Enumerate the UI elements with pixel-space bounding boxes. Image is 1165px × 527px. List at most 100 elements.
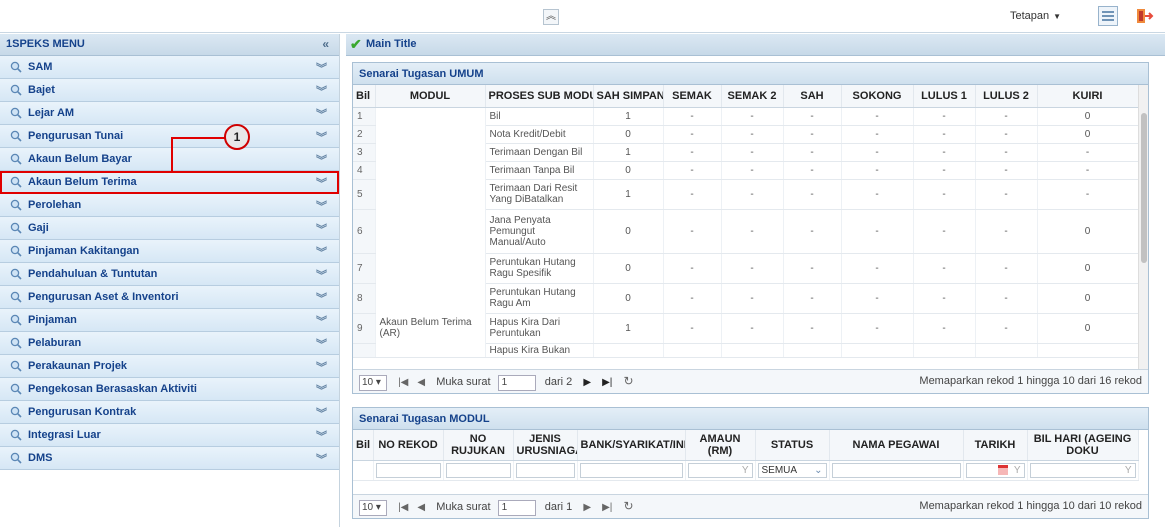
filter-amaun[interactable]: Y [687,462,753,478]
value-cell[interactable]: - [841,107,914,126]
menu-item-sam[interactable]: SAM ︾ [0,56,339,79]
filter-jenis-urusniaga[interactable] [515,462,575,478]
filter-tarikh[interactable]: Y [965,462,1025,478]
menu-item-pengurusan-aset-inventori[interactable]: Pengurusan Aset & Inventori ︾ [0,286,339,309]
value-cell[interactable] [593,343,664,358]
value-cell[interactable]: 0 [1037,209,1139,254]
umum-col-header[interactable]: SEMAK [663,85,722,108]
value-cell[interactable]: 0 [593,253,664,284]
value-cell[interactable]: - [913,143,976,162]
last-page-icon[interactable]: ▶| [602,502,612,513]
menu-item-perolehan[interactable]: Perolehan ︾ [0,194,339,217]
filter-no-rekod[interactable] [375,462,441,478]
chevron-double-down-icon[interactable]: ︾ [316,359,327,375]
modul-page-input[interactable]: 1 [497,500,536,516]
chevron-double-down-icon[interactable]: ︾ [316,152,327,168]
value-cell[interactable]: 0 [1037,313,1139,344]
logout-icon[interactable] [1134,6,1154,26]
refresh-icon[interactable]: ↻ [623,374,633,388]
menu-item-pengekosan-berasaskan-aktiviti[interactable]: Pengekosan Berasaskan Aktiviti ︾ [0,378,339,401]
umum-scroll-thumb[interactable] [1141,113,1147,263]
menu-item-bajet[interactable]: Bajet ︾ [0,79,339,102]
chevron-double-down-icon[interactable]: ︾ [316,129,327,145]
value-cell[interactable]: - [975,179,1038,210]
menu-item-gaji[interactable]: Gaji ︾ [0,217,339,240]
value-cell[interactable]: - [783,161,842,180]
value-cell[interactable]: - [975,209,1038,254]
modul-col-header[interactable]: TARIKH [963,430,1028,461]
menu-item-akaun-belum-bayar[interactable]: Akaun Belum Bayar ︾ [0,148,339,171]
value-cell[interactable]: - [663,161,722,180]
value-cell[interactable]: - [783,125,842,144]
umum-col-header[interactable]: SOKONG [841,85,914,108]
collapse-menu-icon[interactable]: « [322,37,329,51]
value-cell[interactable]: - [721,253,784,284]
value-cell[interactable]: - [913,313,976,344]
value-cell[interactable]: - [663,253,722,284]
value-cell[interactable]: - [783,313,842,344]
last-page-icon[interactable]: ▶| [602,377,612,388]
value-cell[interactable]: 0 [593,209,664,254]
next-page-icon[interactable]: ▶ [583,502,591,513]
value-cell[interactable]: - [841,283,914,314]
value-cell[interactable]: 0 [593,125,664,144]
chevron-double-down-icon[interactable]: ︾ [316,451,327,467]
value-cell[interactable]: - [783,143,842,162]
umum-page-input[interactable]: 1 [497,375,536,391]
value-cell[interactable]: - [975,161,1038,180]
value-cell[interactable]: - [913,283,976,314]
value-cell[interactable]: - [913,161,976,180]
menu-item-integrasi-luar[interactable]: Integrasi Luar ︾ [0,424,339,447]
value-cell[interactable]: - [663,209,722,254]
value-cell[interactable]: - [841,179,914,210]
first-page-icon[interactable]: |◀ [398,377,408,388]
value-cell[interactable]: - [975,107,1038,126]
value-cell[interactable]: - [721,179,784,210]
table-row[interactable]: 1 Akaun Belum Terima (AR) Bil 1- - - - - -0 [353,107,1139,358]
value-cell[interactable]: - [663,313,722,344]
value-cell[interactable]: - [975,253,1038,284]
modul-col-header[interactable]: NO RUJUKAN [443,430,514,461]
prev-page-icon[interactable]: ◀ [417,377,425,388]
umum-col-header[interactable]: SEMAK 2 [721,85,784,108]
value-cell[interactable]: 0 [593,161,664,180]
modul-col-header[interactable]: BANK/SYARIKAT/IND [577,430,686,461]
umum-col-header[interactable]: Bil [353,85,376,108]
value-cell[interactable]: - [721,161,784,180]
value-cell[interactable]: - [663,107,722,126]
refresh-icon[interactable]: ↻ [623,499,633,513]
value-cell[interactable]: - [783,253,842,284]
menu-item-pengurusan-kontrak[interactable]: Pengurusan Kontrak ︾ [0,401,339,424]
tetapan-dropdown[interactable]: Tetapan ▼ [1010,10,1061,22]
value-cell[interactable]: - [975,313,1038,344]
value-cell[interactable]: 1 [593,313,664,344]
menu-item-pelaburan[interactable]: Pelaburan ︾ [0,332,339,355]
umum-col-header[interactable]: PROSES SUB MODU [485,85,594,108]
first-page-icon[interactable]: |◀ [398,502,408,513]
value-cell[interactable]: - [783,209,842,254]
value-cell[interactable]: - [663,143,722,162]
value-cell[interactable] [1037,343,1139,358]
value-cell[interactable]: - [663,179,722,210]
menu-item-dms[interactable]: DMS ︾ [0,447,339,470]
value-cell[interactable]: - [783,283,842,314]
filter-bil-hari[interactable]: Y [1029,462,1136,478]
umum-col-header[interactable]: SAH [783,85,842,108]
chevron-double-down-icon[interactable]: ︾ [316,83,327,99]
chevron-double-down-icon[interactable]: ︾ [316,60,327,76]
menu-item-pendahuluan-tuntutan[interactable]: Pendahuluan & Tuntutan ︾ [0,263,339,286]
value-cell[interactable]: - [721,283,784,314]
umum-col-header[interactable]: LULUS 2 [975,85,1038,108]
value-cell[interactable] [783,343,842,358]
menu-item-lejar-am[interactable]: Lejar AM ︾ [0,102,339,125]
menu-item-akaun-belum-terima[interactable]: Akaun Belum Terima ︾ [0,171,339,194]
value-cell[interactable]: 1 [593,143,664,162]
chevron-double-down-icon[interactable]: ︾ [316,382,327,398]
value-cell[interactable] [975,343,1038,358]
value-cell[interactable]: - [913,253,976,284]
modul-col-header[interactable]: STATUS [755,430,830,461]
value-cell[interactable]: 0 [1037,125,1139,144]
value-cell[interactable]: - [1037,161,1139,180]
value-cell[interactable]: - [913,125,976,144]
filter-status-select[interactable]: SEMUA ⌄ [757,462,827,478]
